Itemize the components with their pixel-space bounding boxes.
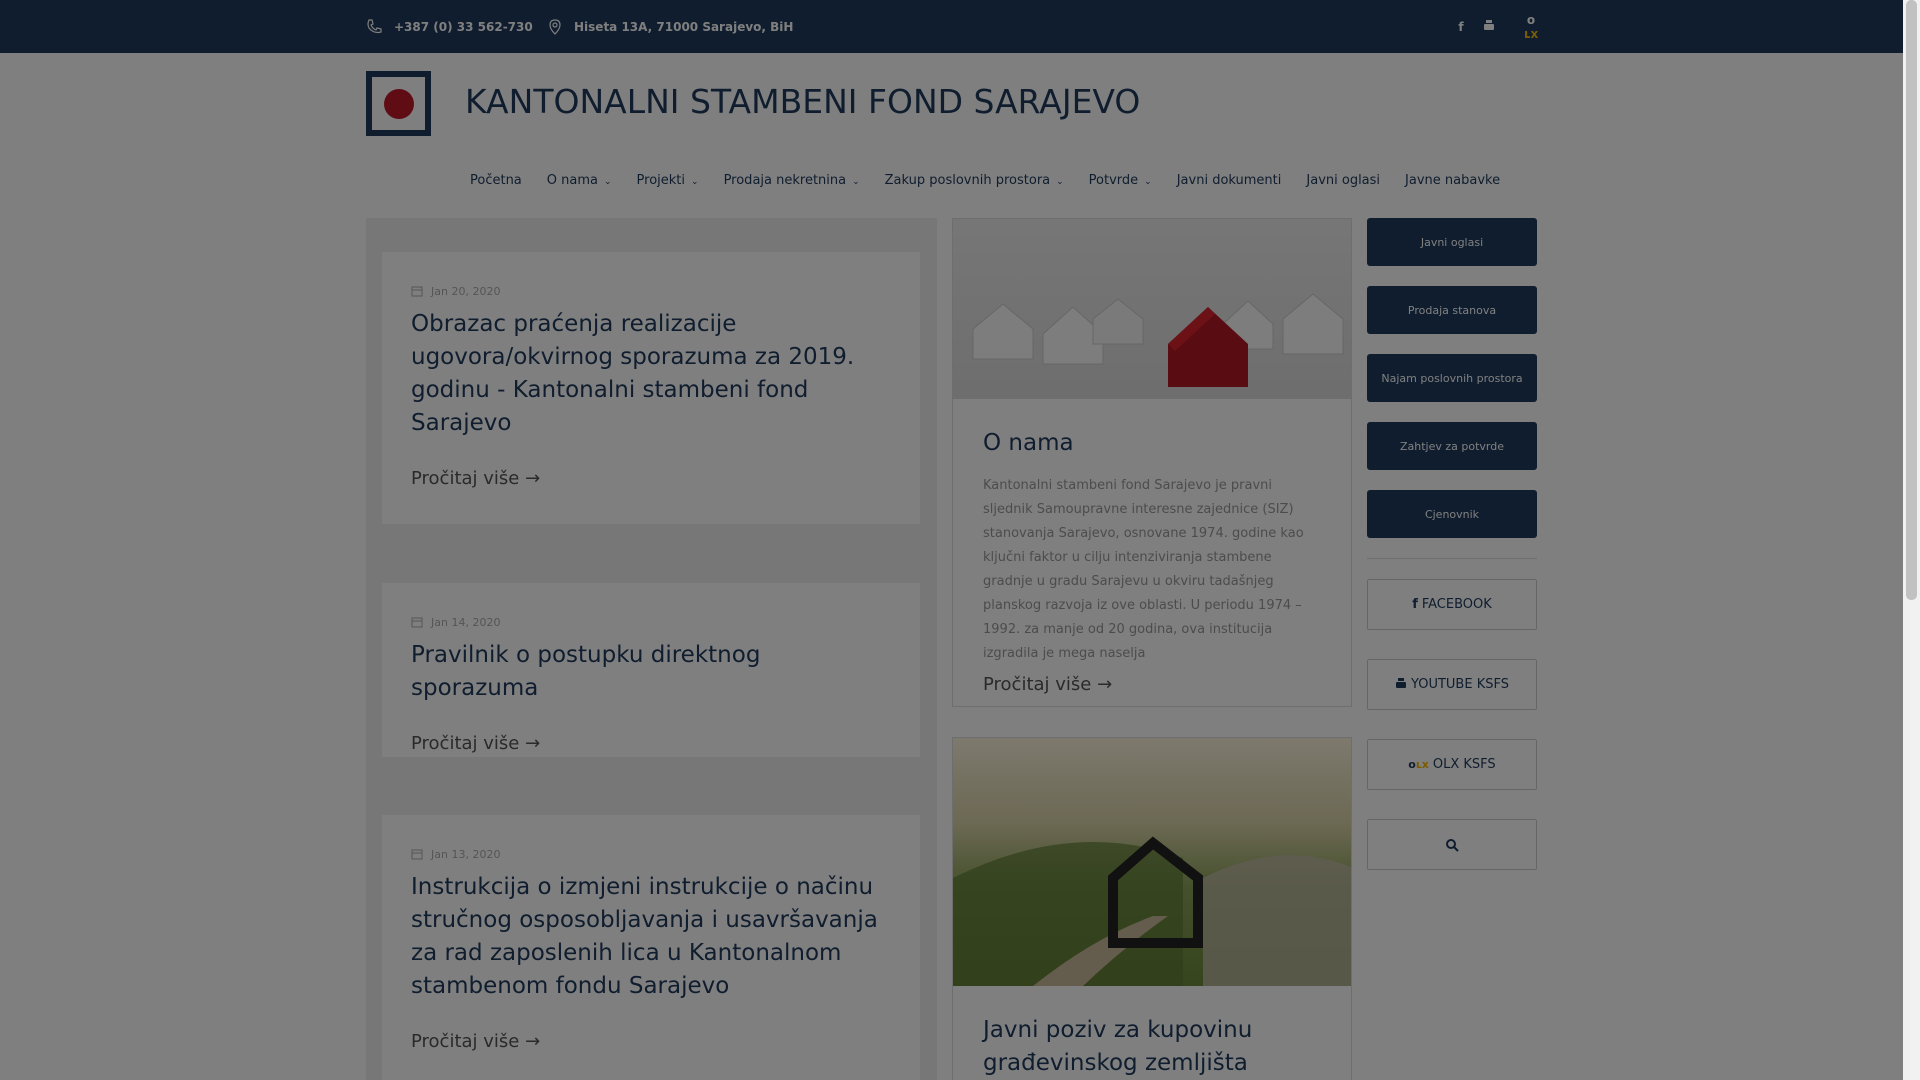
page-scrollbar[interactable] bbox=[1903, 0, 1920, 1080]
scrollbar-thumb[interactable] bbox=[1906, 0, 1917, 600]
modal-overlay[interactable] bbox=[0, 0, 1903, 1080]
